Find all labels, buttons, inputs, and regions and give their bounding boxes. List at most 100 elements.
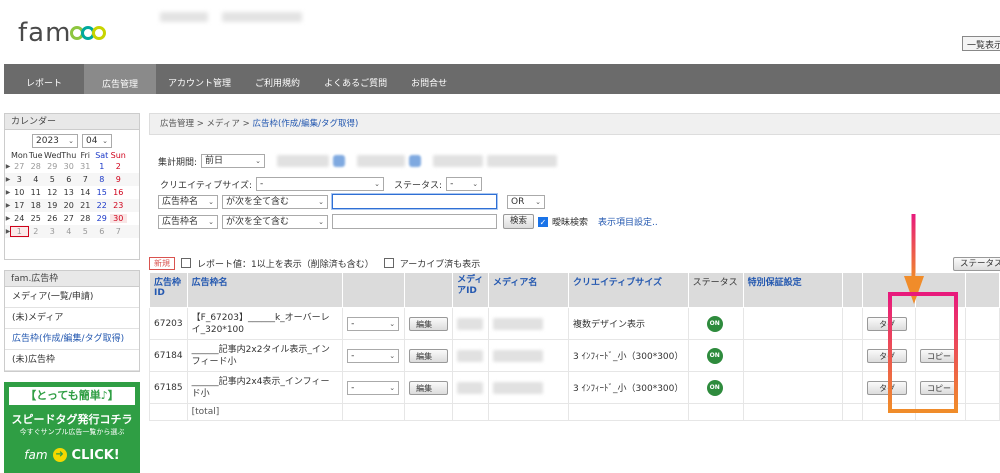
row-id: 67185: [149, 371, 188, 404]
calendar-day[interactable]: 9: [110, 175, 127, 184]
nav-faq[interactable]: よくあるご質問: [312, 74, 399, 94]
report-value-label: レポート値：1以上を表示（削除済も含む）: [197, 259, 374, 270]
calendar-day[interactable]: 16: [110, 188, 127, 197]
col-guarantee[interactable]: 特別保証設定: [742, 272, 844, 308]
status-on-badge[interactable]: ON: [706, 379, 723, 396]
side-item-media-list[interactable]: メディア(一覧/申請): [5, 287, 139, 308]
edit-button[interactable]: 編集: [409, 316, 449, 331]
chevron-down-icon: ⌄: [389, 383, 396, 392]
calendar-day[interactable]: 5: [44, 175, 61, 184]
calendar-day[interactable]: 7: [110, 227, 127, 236]
calendar-day[interactable]: 26: [44, 214, 61, 223]
search-button[interactable]: 検索: [503, 214, 535, 229]
calendar-day[interactable]: 28: [28, 162, 45, 171]
creative-size-label: クリエイティブサイズ:: [160, 180, 253, 191]
calendar-day[interactable]: 23: [110, 201, 127, 210]
calendar-day[interactable]: 2: [110, 162, 127, 171]
calendar-icon[interactable]: [333, 155, 346, 167]
chevron-down-icon: ⌄: [535, 197, 541, 206]
keyword-input-1[interactable]: [332, 194, 497, 209]
calendar-day[interactable]: 13: [61, 188, 78, 197]
calendar-day[interactable]: 7: [77, 175, 94, 184]
fam-logo[interactable]: fam: [18, 18, 107, 48]
calendar-day[interactable]: 11: [28, 188, 45, 197]
col-creative-size[interactable]: クリエイティブサイズ: [567, 272, 689, 308]
fuzzy-search-checkbox[interactable]: ✓: [538, 216, 549, 227]
col-name[interactable]: 広告枠名: [186, 272, 344, 308]
calendar-day[interactable]: 24: [11, 214, 28, 223]
condition-select-1[interactable]: が次を全て含む ⌄: [222, 194, 328, 209]
calendar-day[interactable]: 12: [44, 188, 61, 197]
nav-contact[interactable]: お問合せ: [399, 74, 459, 94]
calendar-day[interactable]: 4: [28, 175, 45, 184]
nav-report[interactable]: レポート: [4, 74, 84, 94]
calendar-day[interactable]: 21: [77, 201, 94, 210]
calendar-day[interactable]: 3: [11, 175, 28, 184]
display-settings-link[interactable]: 表示項目設定..: [598, 215, 658, 228]
row-action-select[interactable]: - ⌄: [347, 348, 400, 363]
col-media-id[interactable]: メディアID: [452, 272, 490, 308]
calendar-day[interactable]: 31: [77, 162, 94, 171]
side-item-unapproved-media[interactable]: (未)メディア: [5, 308, 139, 329]
calendar-day[interactable]: 29: [44, 162, 61, 171]
field-select-1[interactable]: 広告枠名 ⌄: [158, 194, 218, 209]
side-item-ad-slots[interactable]: 広告枠(作成/編集/タグ取得): [5, 329, 139, 350]
calendar-day[interactable]: 15: [94, 188, 111, 197]
breadcrumb-current[interactable]: 広告枠(作成/編集/タグ取得): [252, 119, 358, 129]
status-on-badge[interactable]: ON: [706, 315, 723, 332]
month-select[interactable]: 04 ⌄: [82, 134, 112, 148]
calendar-day[interactable]: 30: [61, 162, 78, 171]
side-item-unapproved-slots[interactable]: (未)広告枠: [5, 350, 139, 371]
nav-ad-management[interactable]: 広告管理: [84, 64, 157, 94]
calendar-day[interactable]: 22: [94, 201, 111, 210]
row-action-select[interactable]: - ⌄: [347, 316, 400, 331]
calendar-day[interactable]: 6: [61, 175, 78, 184]
calendar-day[interactable]: 14: [77, 188, 94, 197]
edit-button[interactable]: 編集: [409, 348, 449, 363]
logic-select[interactable]: OR ⌄: [507, 194, 545, 209]
creative-size-select[interactable]: - ⌄: [256, 177, 385, 191]
archived-checkbox[interactable]: [383, 258, 394, 268]
calendar-day[interactable]: 1: [10, 226, 29, 237]
row-action-select[interactable]: - ⌄: [347, 380, 400, 395]
calendar-day[interactable]: 10: [11, 188, 28, 197]
status-on-badge[interactable]: ON: [706, 347, 723, 364]
col-id[interactable]: 広告枠ID: [149, 272, 188, 308]
keyword-input-2[interactable]: [332, 214, 497, 229]
year-select[interactable]: 2023 ⌄: [32, 134, 78, 148]
edit-button[interactable]: 編集: [409, 380, 449, 395]
calendar-day[interactable]: 20: [61, 201, 78, 210]
condition-select-2[interactable]: が次を全て含む ⌄: [222, 214, 328, 229]
calendar-day[interactable]: 5: [77, 227, 94, 236]
calendar-day[interactable]: 18: [28, 201, 45, 210]
list-view-button[interactable]: 一覧表示: [962, 36, 1000, 51]
status-select[interactable]: - ⌄: [446, 177, 483, 191]
calendar-day[interactable]: 28: [77, 214, 94, 223]
calendar-day[interactable]: 27: [61, 214, 78, 223]
calendar-icon[interactable]: [409, 155, 422, 167]
calendar-day[interactable]: 19: [44, 201, 61, 210]
speed-tag-banner[interactable]: 【とっても簡単♪】 スピードタグ発行コチラ 今すぐサンプル広告一覧から選ぶ fa…: [4, 382, 140, 473]
calendar-day[interactable]: 17: [11, 201, 28, 210]
report-value-checkbox[interactable]: [181, 258, 191, 268]
calendar-day[interactable]: 30: [110, 214, 127, 223]
calendar-day[interactable]: 8: [94, 175, 111, 184]
field-select-2[interactable]: 広告枠名 ⌄: [158, 214, 218, 229]
calendar-week: ▶ 24 25 26 27 28 29 30: [5, 212, 139, 225]
calendar-day[interactable]: 29: [94, 214, 111, 223]
period-select[interactable]: 前日 ⌄: [201, 154, 266, 168]
calendar-day[interactable]: 6: [94, 227, 111, 236]
new-button[interactable]: 新規: [149, 256, 175, 270]
nav-account[interactable]: アカウント管理: [156, 74, 243, 94]
calendar-day[interactable]: 1: [94, 162, 111, 171]
calendar-day[interactable]: 27: [11, 162, 28, 171]
col-media-name[interactable]: メディア名: [488, 272, 569, 308]
calendar-day[interactable]: 4: [61, 227, 78, 236]
archived-label: アーカイブ済も表示: [399, 259, 481, 270]
ad-slot-table: 広告枠ID 広告枠名 メディアID メディア名 クリエイティブサイズ ステータス…: [149, 272, 1000, 421]
calendar-day[interactable]: 2: [28, 227, 45, 236]
calendar-day[interactable]: 25: [28, 214, 45, 223]
calendar-day[interactable]: 3: [44, 227, 61, 236]
status-change-button[interactable]: ステータス: [953, 257, 1000, 271]
nav-terms[interactable]: ご利用規約: [243, 74, 312, 94]
